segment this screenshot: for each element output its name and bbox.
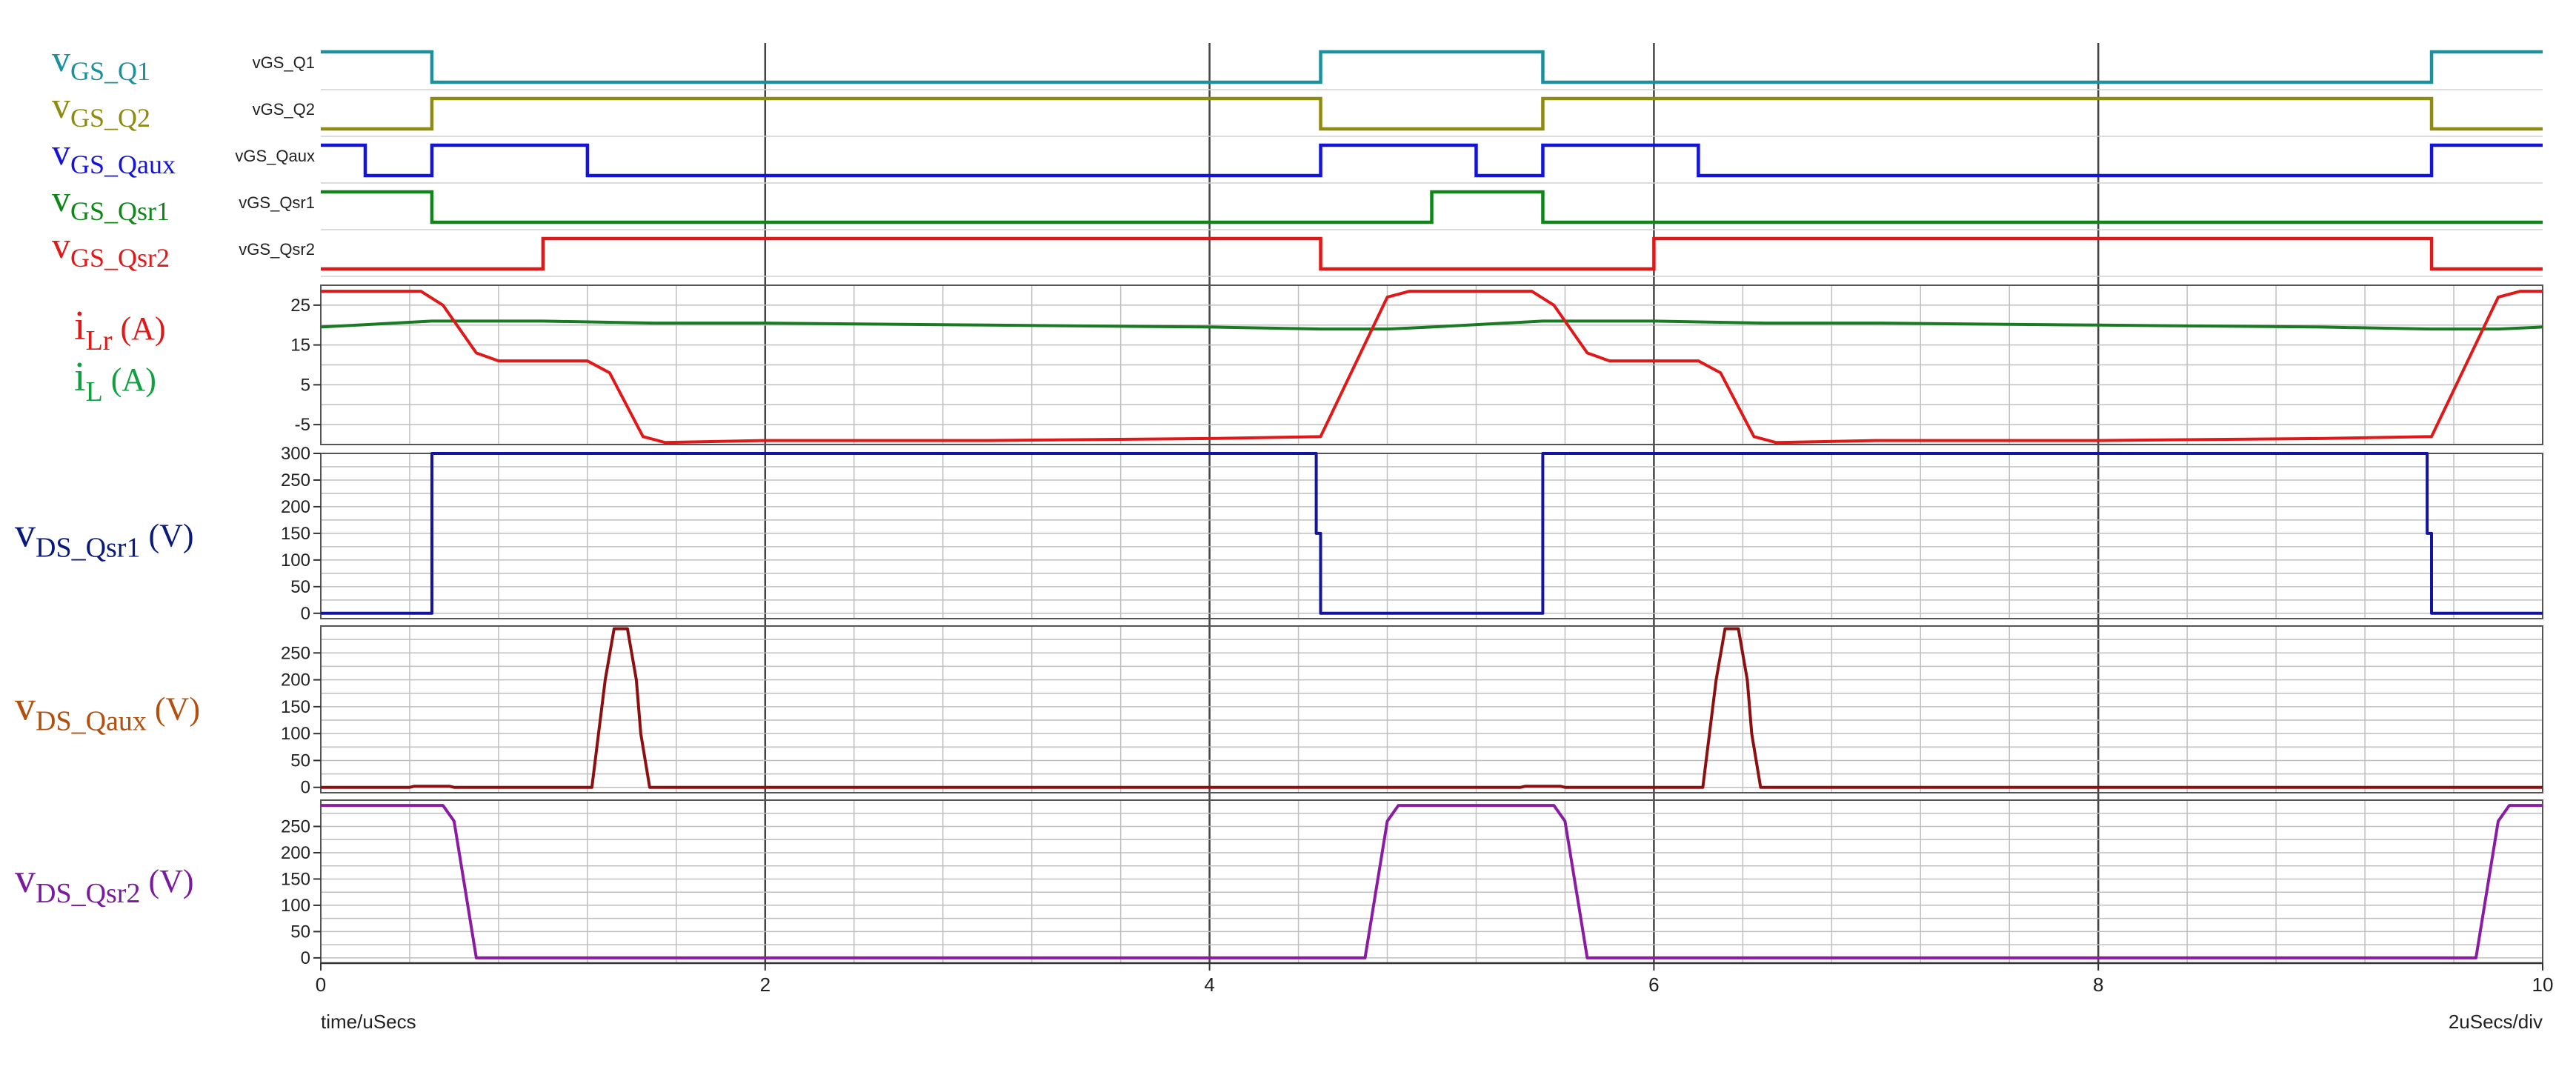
axis-label-unit: (A): [103, 362, 156, 398]
trace-name-vGS_Qsr2: vGS_Qsr2: [239, 240, 315, 259]
axis-label-vDS_Qsr2: vDS_Qsr2 (V): [15, 856, 194, 909]
signal-label-vGS_Qsr1: vGS_Qsr1: [52, 178, 170, 226]
signal-label-vGS_Q1: vGS_Q1: [52, 38, 150, 86]
trace-name-vGS_Qsr1: vGS_Qsr1: [239, 193, 315, 212]
axis-label-sub: Lr: [86, 325, 113, 356]
x-axis-label: time/uSecs: [321, 1011, 416, 1033]
y-tick-label: 100: [281, 896, 310, 916]
waveform-chart: vGS_Q1vGS_Q1vGS_Q2vGS_Q2vGS_QauxvGS_Qaux…: [15, 38, 2554, 1033]
y-tick-label: 250: [281, 816, 310, 836]
axis-label-main: v: [15, 856, 36, 902]
y-tick-label: 0: [301, 604, 310, 624]
axis-label-unit: (V): [140, 518, 193, 554]
series-iLr: [321, 290, 2543, 445]
axis-label-vDS_Qaux: vDS_Qaux (V): [15, 684, 200, 737]
waveform-vGS_Q2: [321, 96, 2543, 131]
y-tick-label: 200: [281, 670, 310, 690]
axis-label-main: i: [74, 303, 86, 349]
y-tick-label: 100: [281, 724, 310, 744]
time-scale-label: 2uSecs/div: [2449, 1011, 2543, 1033]
series-vDS_Qsr2: [321, 804, 2543, 959]
x-tick-label: 10: [2532, 974, 2554, 996]
axis-label-sub: DS_Qaux: [36, 706, 147, 737]
axis-label-sub: L: [86, 376, 103, 407]
waveform-figure: vGS_Q1 vGS_Q1 vGS_Q2 vGS_Q2 vGS_Qaux vGS_Qaux…: [0, 0, 2576, 1075]
axis-label-iLr: iLr (A): [74, 303, 166, 356]
y-tick-label: 200: [281, 497, 310, 517]
trace-name-vGS_Q1: vGS_Q1: [253, 53, 315, 72]
trace-name-vGS_Qaux: vGS_Qaux: [235, 147, 315, 165]
y-tick-label: 0: [301, 778, 310, 798]
y-tick-label: 5: [301, 375, 310, 395]
axis-label-unit: (V): [147, 691, 200, 728]
y-tick-label: 150: [281, 869, 310, 889]
waveform-vGS_Qsr2: [321, 236, 2543, 271]
y-tick-label: 300: [281, 444, 310, 464]
axis-label-main: i: [74, 354, 86, 400]
waveform-vGS_Qsr1: [321, 190, 2543, 224]
trace-name-vGS_Q2: vGS_Q2: [253, 100, 315, 119]
panel-frame-vds_qaux: [320, 625, 2543, 793]
y-tick-label: 50: [290, 577, 310, 597]
x-tick-label: 2: [760, 974, 771, 996]
y-tick-label: 50: [290, 922, 310, 942]
y-tick-label: 0: [301, 948, 310, 968]
axis-label-unit: (V): [140, 863, 193, 899]
axis-label-unit: (A): [112, 310, 165, 347]
y-tick-label: 100: [281, 550, 310, 570]
axis-label-main: v: [15, 510, 36, 556]
y-tick-label: 50: [290, 750, 310, 771]
axis-label-iL: iL (A): [74, 354, 156, 407]
signal-label-vGS_Qaux: vGS_Qaux: [52, 131, 176, 179]
waveform-vGS_Q1: [321, 50, 2543, 84]
x-tick-label: 4: [1204, 974, 1214, 996]
axis-label-vDS_Qsr1: vDS_Qsr1 (V): [15, 510, 194, 564]
y-tick-label: 150: [281, 697, 310, 717]
panel-frame-vds_qsr1: [320, 453, 2543, 619]
x-tick-label: 6: [1648, 974, 1659, 996]
y-tick-label: -5: [295, 415, 310, 435]
axis-label-main: v: [15, 684, 36, 730]
y-tick-label: 200: [281, 843, 310, 863]
signal-label-vGS_Qsr2: vGS_Qsr2: [52, 224, 170, 273]
axis-label-sub: DS_Qsr2: [36, 878, 140, 909]
x-tick-label: 0: [316, 974, 326, 996]
y-tick-label: 15: [290, 336, 310, 356]
x-tick-label: 8: [2093, 974, 2103, 996]
y-tick-label: 250: [281, 643, 310, 663]
signal-label-vGS_Q2: vGS_Q2: [52, 84, 150, 133]
y-tick-label: 150: [281, 524, 310, 544]
y-tick-label: 250: [281, 470, 310, 490]
panel-frame-vds_qsr2: [320, 799, 2543, 964]
axis-label-sub: DS_Qsr1: [36, 533, 140, 564]
waveform-vGS_Qaux: [321, 143, 2543, 178]
y-tick-label: 25: [290, 296, 310, 316]
